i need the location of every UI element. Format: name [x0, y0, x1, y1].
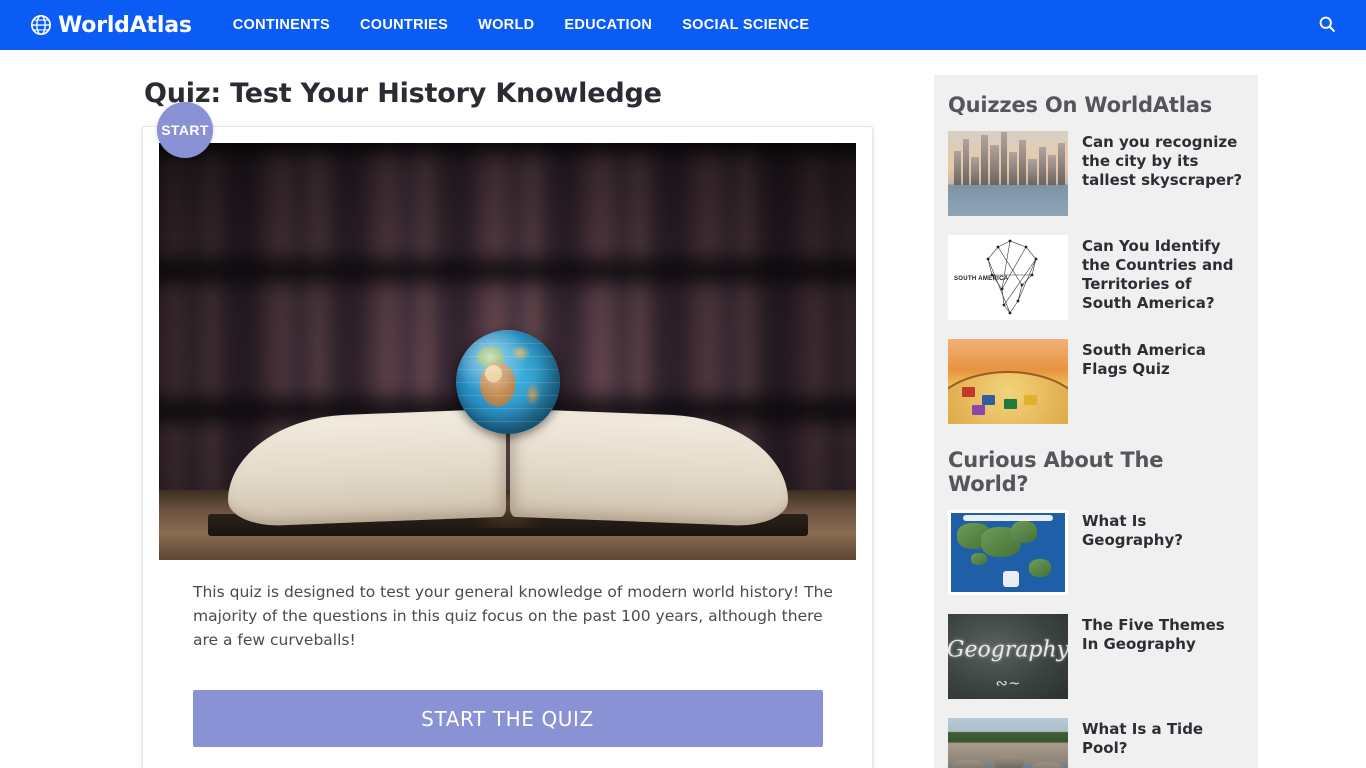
nav-item: SOCIAL SCIENCE: [667, 9, 824, 41]
sidebar-article-item-geography[interactable]: What Is Geography?: [948, 510, 1244, 595]
chalk-swirl-icon: ∾∼: [995, 673, 1021, 692]
nav-item: EDUCATION: [549, 9, 667, 41]
nav-link-world[interactable]: WORLD: [463, 9, 549, 41]
site-logo-link[interactable]: WorldAtlas: [30, 13, 192, 38]
sidebar-quiz-title: Can you recognize the city by its talles…: [1082, 133, 1243, 189]
quiz-hero-image: [159, 143, 856, 560]
start-badge[interactable]: START: [157, 102, 213, 158]
sidebar-article-item-five-themes[interactable]: Geography ∾∼ The Five Themes In Geograph…: [948, 614, 1244, 699]
top-navigation-bar: WorldAtlas CONTINENTS COUNTRIES WORLD ED…: [0, 0, 1366, 50]
nav-item: COUNTRIES: [345, 9, 463, 41]
book-page-left: [227, 408, 506, 528]
nav-link-countries[interactable]: COUNTRIES: [345, 9, 463, 41]
primary-nav-list: CONTINENTS COUNTRIES WORLD EDUCATION SOC…: [218, 9, 825, 41]
nav-link-continents[interactable]: CONTINENTS: [218, 9, 345, 41]
sidebar-quiz-item-skyscraper[interactable]: Can you recognize the city by its talles…: [948, 131, 1244, 216]
page-title: Quiz: Test Your History Knowledge: [144, 78, 662, 109]
nav-link-social-science[interactable]: SOCIAL SCIENCE: [667, 9, 824, 41]
nav-item: WORLD: [463, 9, 549, 41]
skyline-thumbnail: [948, 131, 1068, 216]
thumbnail-caption: Geography: [948, 637, 1068, 663]
sidebar-heading-quizzes: Quizzes On WorldAtlas: [948, 93, 1213, 117]
flags-globe-thumbnail: [948, 339, 1068, 424]
sidebar: Quizzes On WorldAtlas Can you recognize …: [934, 75, 1258, 768]
thumbnail-caption: SOUTH AMERICA: [954, 275, 1009, 282]
sidebar-quiz-item-flags[interactable]: South America Flags Quiz: [948, 339, 1244, 424]
sidebar-quiz-title: South America Flags Quiz: [1082, 341, 1206, 378]
page-body: Quiz: Test Your History Knowledge START …: [0, 50, 1366, 768]
globe-icon: [30, 14, 52, 36]
quiz-description: This quiz is designed to test your gener…: [193, 583, 833, 650]
south-america-map-thumbnail: SOUTH AMERICA: [948, 235, 1068, 320]
nav-link-education[interactable]: EDUCATION: [549, 9, 667, 41]
book-page-right: [509, 408, 788, 528]
globe-object: [455, 330, 560, 434]
chalkboard-geography-thumbnail: Geography ∾∼: [948, 614, 1068, 699]
sidebar-quiz-item-south-america[interactable]: SOUTH AMERICA Can You Identify the Count…: [948, 235, 1244, 320]
sidebar-heading-curious: Curious About The World?: [948, 448, 1164, 496]
sidebar-article-title: What Is Geography?: [1082, 512, 1183, 549]
search-button[interactable]: [1312, 10, 1342, 40]
card-bottom-spacer: [159, 747, 856, 768]
quiz-card: START This quiz is designed to test your…: [142, 102, 873, 768]
world-map-thumbnail: [948, 510, 1068, 595]
nav-item: CONTINENTS: [218, 9, 345, 41]
main-content-column: Quiz: Test Your History Knowledge START …: [142, 50, 902, 768]
sidebar-article-title: The Five Themes In Geography: [1082, 616, 1225, 653]
site-logo-text: WorldAtlas: [58, 12, 192, 38]
tide-pool-thumbnail: [948, 718, 1068, 768]
sidebar-quiz-title: Can You Identify the Countries and Terri…: [1082, 237, 1234, 312]
sidebar-article-item-tide-pool[interactable]: What Is a Tide Pool?: [948, 718, 1244, 768]
search-icon: [1317, 14, 1337, 37]
start-the-quiz-button[interactable]: START THE QUIZ: [192, 690, 823, 748]
sidebar-article-title: What Is a Tide Pool?: [1082, 720, 1204, 757]
